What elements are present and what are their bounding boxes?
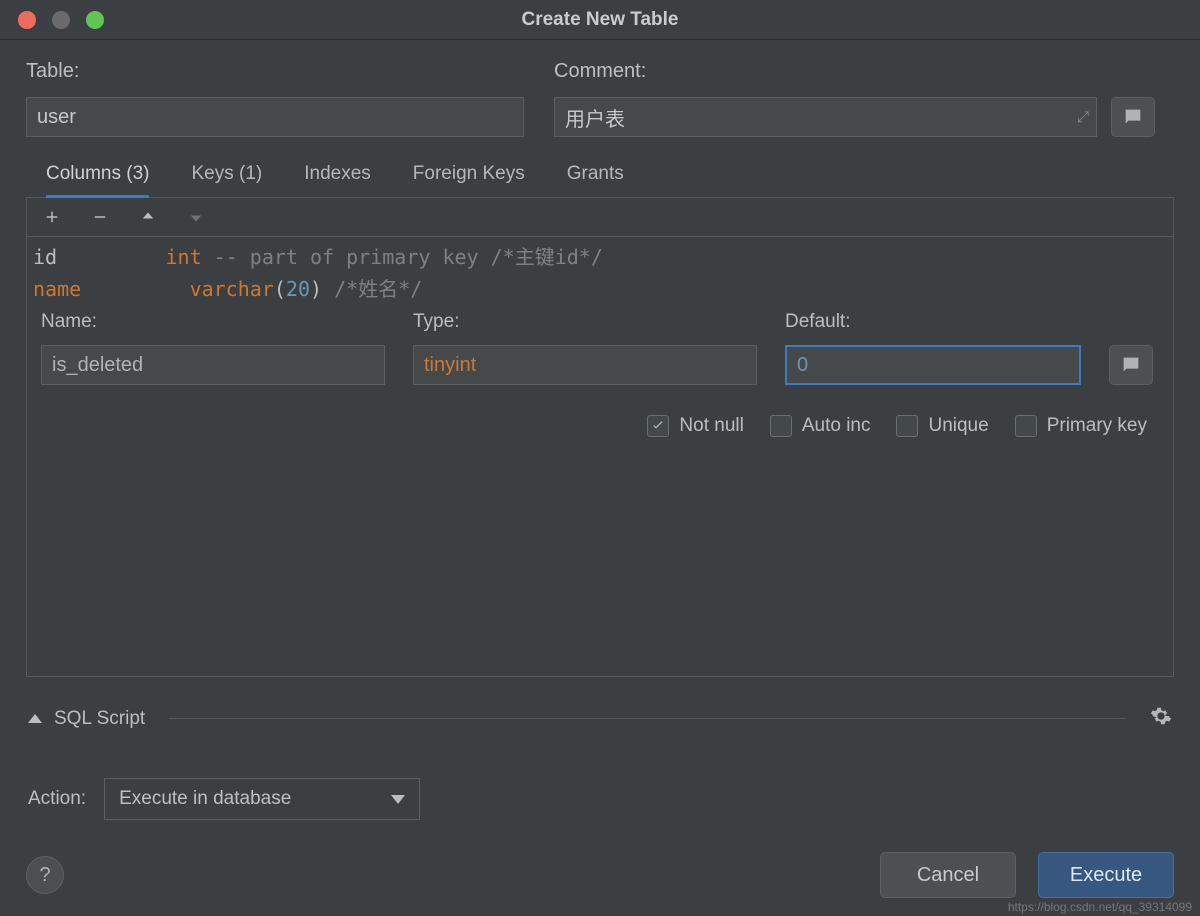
maximize-window-button[interactable] <box>86 11 104 29</box>
checkbox-auto-inc[interactable]: Auto inc <box>770 415 871 437</box>
execute-button[interactable]: Execute <box>1038 852 1174 898</box>
checkbox-not-null[interactable]: Not null <box>647 415 743 437</box>
minimize-window-button[interactable] <box>52 11 70 29</box>
checkbox-unique[interactable]: Unique <box>896 415 988 437</box>
column-row[interactable]: name varchar(20) /*姓名*/ <box>33 273 1167 305</box>
watermark: https://blog.csdn.net/qq_39314099 <box>1008 900 1192 914</box>
tab-indexes[interactable]: Indexes <box>304 163 371 198</box>
comment-label: Comment: <box>554 60 1155 83</box>
tabs: Columns (3) Keys (1) Indexes Foreign Key… <box>26 163 1174 198</box>
tab-foreign-keys[interactable]: Foreign Keys <box>413 163 525 198</box>
help-button[interactable]: ? <box>26 856 64 894</box>
column-default-label: Default: <box>785 311 850 333</box>
chevron-down-icon <box>391 795 405 804</box>
checkbox-label: Not null <box>679 415 743 437</box>
col-name: id <box>33 245 57 269</box>
titlebar: Create New Table <box>0 0 1200 40</box>
add-column-button[interactable] <box>41 206 63 228</box>
tab-keys[interactable]: Keys (1) <box>191 163 262 198</box>
column-type-input[interactable] <box>413 345 757 385</box>
move-up-button[interactable] <box>137 206 159 228</box>
table-label: Table: <box>26 60 524 83</box>
tab-columns[interactable]: Columns (3) <box>46 163 149 198</box>
column-name-input[interactable] <box>41 345 385 385</box>
column-name-label: Name: <box>41 311 413 333</box>
action-select-value: Execute in database <box>119 788 291 810</box>
col-type: int <box>165 245 201 269</box>
column-default-input[interactable] <box>785 345 1081 385</box>
expand-icon[interactable]: ⤢ <box>1077 109 1089 126</box>
window-title: Create New Table <box>0 9 1200 31</box>
remove-column-button[interactable] <box>89 206 111 228</box>
sql-script-title: SQL Script <box>54 708 145 730</box>
checkbox-primary-key[interactable]: Primary key <box>1015 415 1147 437</box>
close-window-button[interactable] <box>18 11 36 29</box>
table-name-input[interactable] <box>26 97 524 137</box>
cancel-button[interactable]: Cancel <box>880 852 1016 898</box>
columns-toolbar <box>27 198 1173 237</box>
checkbox-label: Auto inc <box>802 415 871 437</box>
comment-dialog-button[interactable] <box>1111 97 1155 137</box>
gear-icon[interactable] <box>1150 705 1172 732</box>
column-type-label: Type: <box>413 311 785 333</box>
col-name: name <box>33 277 81 301</box>
checkbox-label: Unique <box>928 415 988 437</box>
checkbox-label: Primary key <box>1047 415 1147 437</box>
columns-list[interactable]: id int -- part of primary key /*主键id*/ n… <box>27 237 1173 305</box>
column-row[interactable]: id int -- part of primary key /*主键id*/ <box>33 241 1167 273</box>
sql-script-section: SQL Script Action: Execute in database <box>26 705 1174 820</box>
move-down-button <box>185 206 207 228</box>
column-edit-form: Name: Type: Default: Not null <box>27 305 1173 437</box>
tab-grants[interactable]: Grants <box>567 163 624 198</box>
comment-input[interactable] <box>554 97 1097 137</box>
action-label: Action: <box>28 788 86 810</box>
divider <box>169 718 1126 719</box>
collapse-toggle-icon[interactable] <box>28 714 42 723</box>
columns-panel: id int -- part of primary key /*主键id*/ n… <box>26 197 1174 677</box>
window-controls <box>18 11 104 29</box>
column-flags: Not null Auto inc Unique Primary key <box>41 415 1159 437</box>
action-select[interactable]: Execute in database <box>104 778 420 820</box>
col-type: varchar <box>190 277 274 301</box>
column-comment-button[interactable] <box>1109 345 1153 385</box>
